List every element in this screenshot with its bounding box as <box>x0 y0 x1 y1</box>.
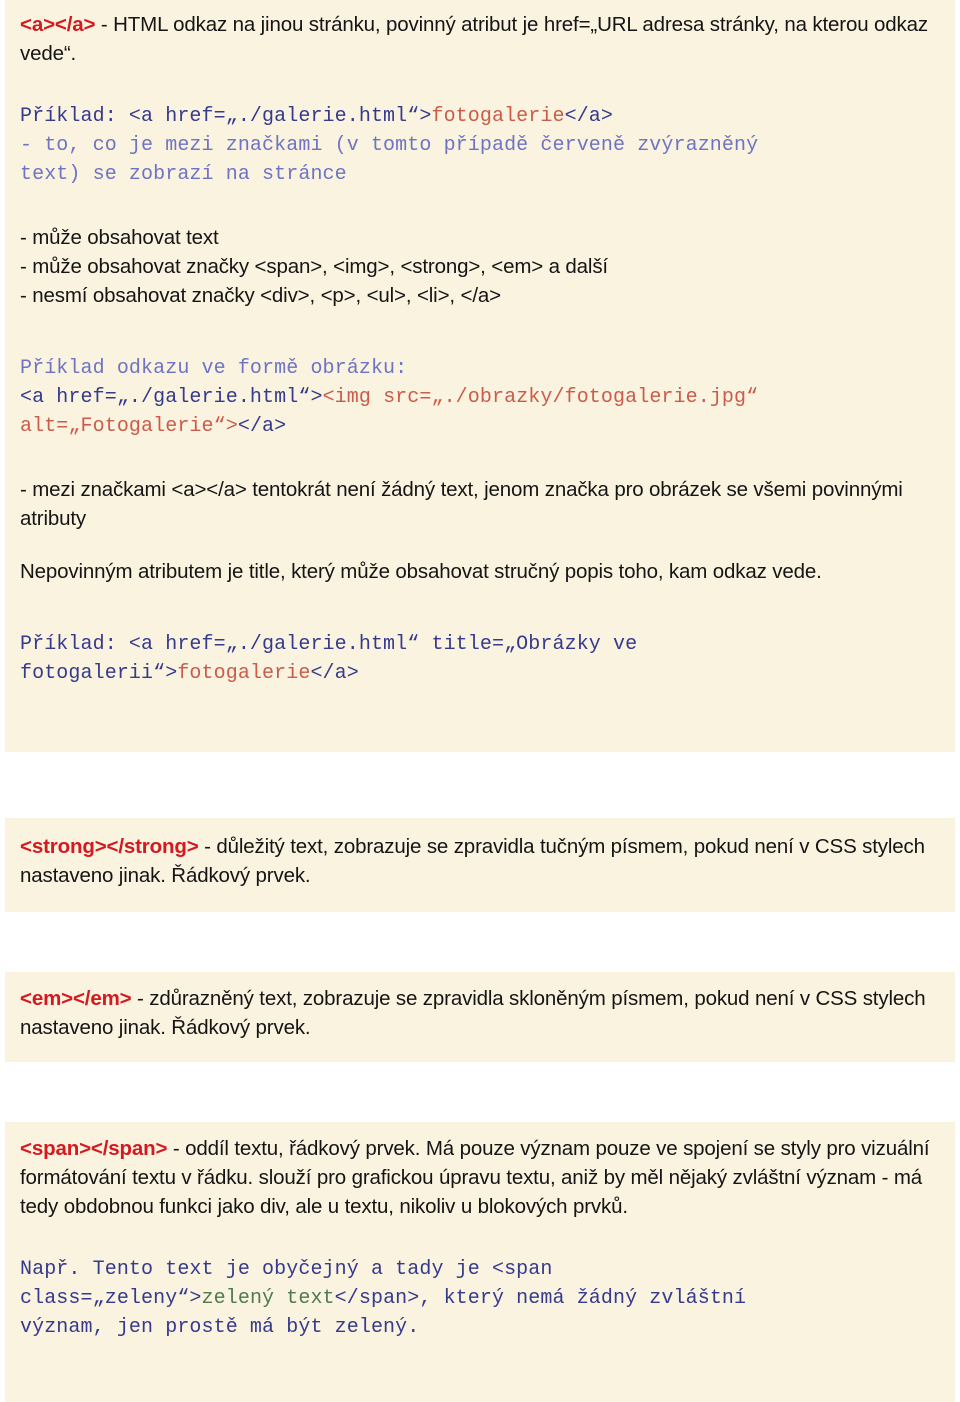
span-tag-label: <span></span> <box>20 1137 168 1160</box>
example1-line1-highlight: fotogalerie <box>431 105 565 128</box>
strong-paragraph: <strong></strong> - důležitý text, zobra… <box>5 832 955 890</box>
example1-line1-suffix: </a> <box>564 105 614 128</box>
span-example-line3: význam, jen prostě má být zelený. <box>20 1316 420 1339</box>
section-span: <span></span> - oddíl textu, řádkový prv… <box>5 1122 955 1402</box>
anchor-example-2: Příklad odkazu ve formě obrázku: <a href=… <box>5 354 955 441</box>
anchor-bullet-1: - může obsahovat text <box>20 226 219 249</box>
anchor-bullet-2: - může obsahovat značky <span>, <img>, <… <box>20 255 608 278</box>
anchor-bullet-3: - nesmí obsahovat značky <div>, <p>, <ul… <box>20 284 501 307</box>
section-anchor: <a></a> - HTML odkaz na jinou stránku, p… <box>5 0 955 752</box>
anchor-example-3: Příklad: <a href=„./galerie.html“ title=… <box>5 630 955 688</box>
example2-line3-red: alt=„Fotogalerie“> <box>20 415 238 438</box>
strong-tag-label: <strong></strong> <box>20 835 199 858</box>
span-example-line2-prefix: class=„zeleny“> <box>20 1287 202 1310</box>
anchor-note-1: - mezi značkami <a></a> tentokrát není ž… <box>20 478 903 530</box>
em-text: - zdůrazněný text, zobrazuje se zpravidl… <box>20 987 926 1039</box>
em-paragraph: <em></em> - zdůrazněný text, zobrazuje s… <box>5 984 955 1042</box>
anchor-note-2: Nepovinným atributem je title, který můž… <box>20 560 822 583</box>
example3-line1: Příklad: <a href=„./galerie.html“ title=… <box>20 633 638 656</box>
em-tag-label: <em></em> <box>20 987 132 1010</box>
span-example: Např. Tento text je obyčejný a tady je <… <box>5 1255 955 1342</box>
span-example-line2-green: zelený text <box>201 1287 335 1310</box>
example1-line2: - to, co je mezi značkami (v tomto přípa… <box>20 134 759 157</box>
span-example-line1: Např. Tento text je obyčejný a tady je <… <box>20 1258 553 1281</box>
example2-line2-navy: <a href=„./galerie.html“> <box>20 386 323 409</box>
example1-line1-prefix: Příklad: <a href=„./galerie.html“> <box>20 105 432 128</box>
section-em: <em></em> - zdůrazněný text, zobrazuje s… <box>5 972 955 1062</box>
example2-line2-red: <img src=„./obrazky/fotogalerie.jpg“ <box>322 386 759 409</box>
span-paragraph: <span></span> - oddíl textu, řádkový prv… <box>5 1134 955 1221</box>
example3-line2-highlight: fotogalerie <box>177 662 311 685</box>
anchor-tag-label: <a></a> <box>20 13 96 36</box>
section-strong: <strong></strong> - důležitý text, zobra… <box>5 818 955 912</box>
document-page: <a></a> - HTML odkaz na jinou stránku, p… <box>0 0 960 1402</box>
example2-line3-navy: </a> <box>237 415 287 438</box>
anchor-intro-paragraph: <a></a> - HTML odkaz na jinou stránku, p… <box>5 10 955 68</box>
anchor-intro-text: - HTML odkaz na jinou stránku, povinný a… <box>20 13 928 65</box>
anchor-example-1: Příklad: <a href=„./galerie.html“>fotoga… <box>5 102 955 189</box>
example3-line2-prefix: fotogalerii“> <box>20 662 178 685</box>
example1-line3: text) se zobrazí na stránce <box>20 163 347 186</box>
example3-line2-suffix: </a> <box>310 662 359 685</box>
example2-line1: Příklad odkazu ve formě obrázku: <box>20 357 408 380</box>
span-example-line2-suffix: </span>, který nemá žádný zvláštní <box>334 1287 747 1310</box>
